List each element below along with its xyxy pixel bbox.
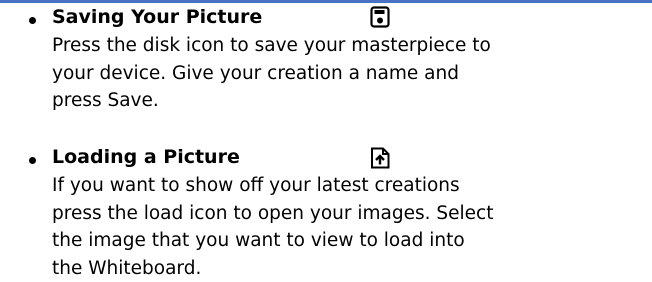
section-heading-saving: Saving Your Picture — [52, 4, 262, 31]
bullet-icon — [29, 157, 36, 164]
section-body-saving: Press the disk icon to save your masterp… — [52, 32, 642, 115]
top-divider — [0, 0, 652, 3]
section-heading-loading: Loading a Picture — [52, 144, 240, 171]
file-upload-icon — [370, 147, 390, 169]
body-line: your device. Give your creation a name a… — [52, 60, 642, 88]
body-line: press the load icon to open your images.… — [52, 200, 642, 228]
floppy-disk-icon — [370, 6, 390, 28]
body-line: the image that you want to view to load … — [52, 227, 642, 255]
body-line: If you want to show off your latest crea… — [52, 172, 642, 200]
section-body-loading: If you want to show off your latest crea… — [52, 172, 642, 282]
body-line: press Save. — [52, 87, 642, 115]
body-line: the Whiteboard. — [52, 255, 642, 282]
body-line: Press the disk icon to save your masterp… — [52, 32, 642, 60]
bullet-icon — [29, 17, 36, 24]
